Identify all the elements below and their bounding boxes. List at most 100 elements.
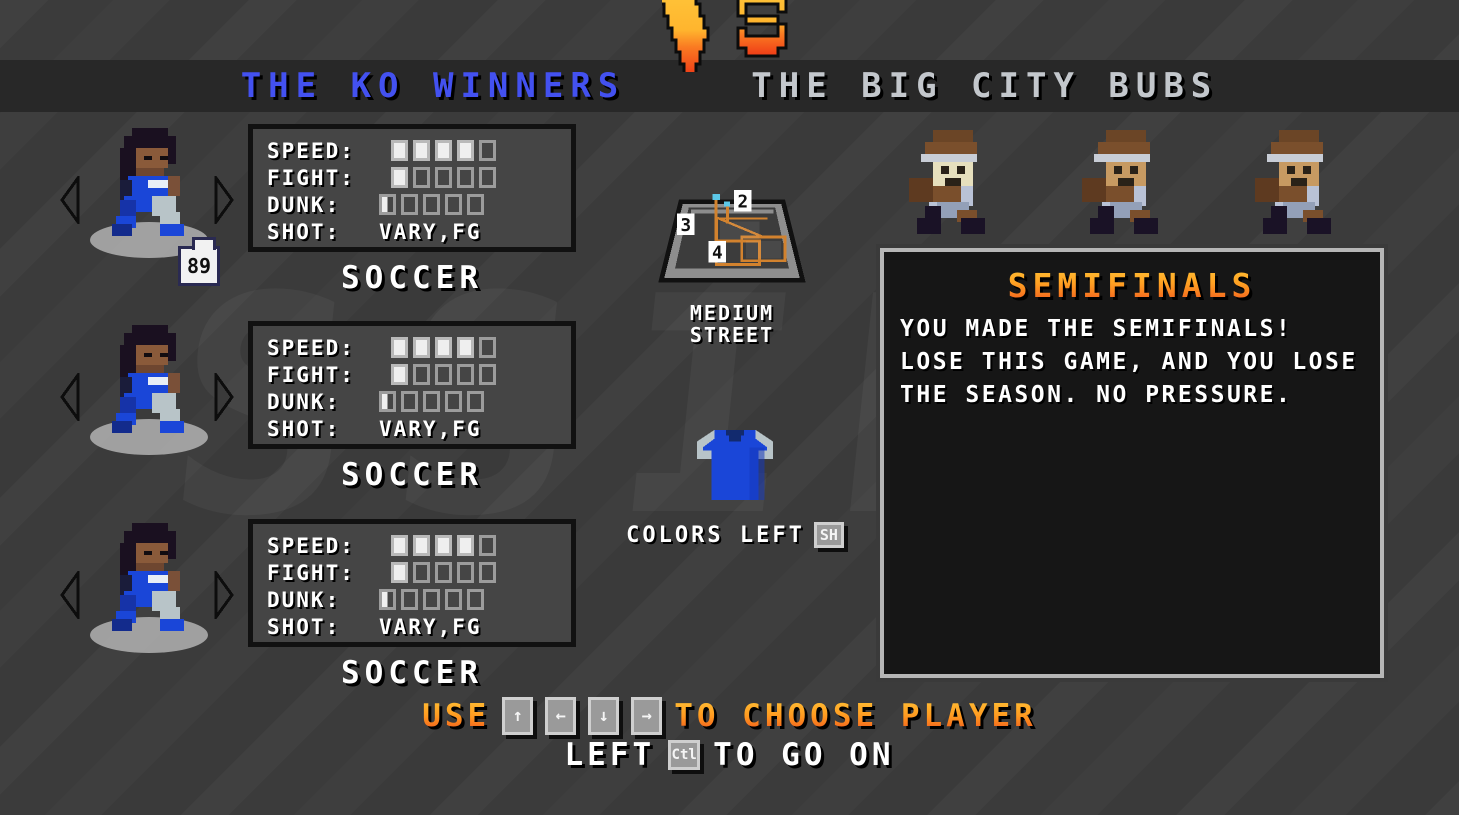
player-1-jersey-number: 89 — [178, 237, 220, 286]
stat-pip — [435, 364, 452, 385]
stat-pip — [479, 364, 496, 385]
court-selector[interactable]: 3 2 4 MEDIUM STREET — [648, 186, 816, 346]
stat-speed-pips — [391, 140, 496, 161]
opponent-player-sprite — [1082, 130, 1158, 234]
stat-pip — [391, 364, 408, 385]
stat-pip — [391, 167, 408, 188]
stat-pip — [435, 562, 452, 583]
stat-pip — [401, 589, 418, 610]
player-3-next-arrow[interactable] — [214, 571, 234, 619]
player-portrait-1: 89 — [52, 118, 248, 288]
stat-speed: SPEED: — [267, 532, 571, 559]
stat-pip — [413, 337, 430, 358]
colors-left-label: COLORS LEFT — [626, 522, 805, 548]
stat-dunk-label: DUNK: — [267, 587, 341, 612]
player-1-name: SOCCER — [341, 260, 483, 296]
player-3-prev-arrow[interactable] — [60, 571, 80, 619]
stat-shot: SHOT: VARY,FG — [267, 415, 571, 442]
stat-speed: SPEED: — [267, 137, 571, 164]
stat-shot-label: SHOT: — [267, 614, 341, 639]
stat-fight: FIGHT: — [267, 361, 571, 388]
stat-speed-label: SPEED: — [267, 138, 355, 163]
stat-pip — [423, 589, 440, 610]
svg-text:2: 2 — [737, 193, 748, 213]
stat-shot-label: SHOT: — [267, 219, 341, 244]
stat-speed-label: SPEED: — [267, 533, 355, 558]
stat-pip — [379, 194, 396, 215]
hint1-suffix: TO CHOOSE PLAYER — [674, 698, 1037, 734]
stat-pip — [435, 337, 452, 358]
right-arrow-key[interactable]: → — [631, 697, 663, 735]
stat-dunk: DUNK: — [267, 388, 571, 415]
player-2-next-arrow[interactable] — [214, 373, 234, 421]
stat-pip — [401, 391, 418, 412]
stat-pip — [457, 364, 474, 385]
stat-pip — [413, 364, 430, 385]
stat-pip — [479, 337, 496, 358]
stat-pip — [467, 194, 484, 215]
info-panel: SEMIFINALS YOU MADE THE SEMIFINALS! LOSE… — [876, 244, 1388, 682]
player-3-name: SOCCER — [341, 655, 483, 691]
stat-fight-label: FIGHT: — [267, 165, 355, 190]
info-panel-line-3: THE SEASON. NO PRESSURE. — [900, 382, 1293, 408]
jersey-color-selector[interactable]: COLORS LEFT SH — [620, 424, 850, 548]
stat-pip — [479, 140, 496, 161]
stat-speed-pips — [391, 535, 496, 556]
stat-pip — [435, 535, 452, 556]
stat-dunk-pips — [379, 391, 484, 412]
player-portrait-3 — [52, 513, 248, 683]
hint-go-on: LEFT Ctl TO GO ON — [0, 737, 1459, 773]
player-1-prev-arrow[interactable] — [60, 176, 80, 224]
down-arrow-key[interactable]: ↓ — [588, 697, 620, 735]
arrow-key-group[interactable]: ↑ ← ↓ → — [502, 697, 663, 735]
away-team-name: THE BIG CITY BUBS — [751, 66, 1219, 106]
up-arrow-key[interactable]: ↑ — [502, 697, 534, 735]
stat-fight: FIGHT: — [267, 164, 571, 191]
player-2-name: SOCCER — [341, 457, 483, 493]
stat-pip — [401, 194, 418, 215]
stat-pip — [413, 167, 430, 188]
stat-fight: FIGHT: — [267, 559, 571, 586]
stat-pip — [445, 194, 462, 215]
stat-pip — [391, 562, 408, 583]
stat-shot: SHOT: VARY,FG — [267, 218, 571, 245]
player-2-stat-card: SPEED: FIGHT: DUNK: SHOT: VARY,FG — [248, 321, 576, 449]
stat-fight-label: FIGHT: — [267, 362, 355, 387]
stat-pip — [467, 391, 484, 412]
stat-pip — [467, 589, 484, 610]
player-portrait-2 — [52, 315, 248, 485]
stat-dunk: DUNK: — [267, 191, 571, 218]
stat-dunk: DUNK: — [267, 586, 571, 613]
info-panel-line-1: YOU MADE THE SEMIFINALS! — [900, 316, 1293, 342]
hint-choose-player: USE ↑ ← ↓ → TO CHOOSE PLAYER — [0, 697, 1459, 735]
stat-speed: SPEED: — [267, 334, 571, 361]
stat-pip — [391, 535, 408, 556]
player-2-prev-arrow[interactable] — [60, 373, 80, 421]
stat-pip — [479, 562, 496, 583]
svg-text:4: 4 — [712, 244, 723, 264]
home-player-sprite — [112, 325, 184, 433]
stat-pip — [413, 562, 430, 583]
stat-pip — [435, 140, 452, 161]
player-1-stat-card: SPEED: FIGHT: DUNK: SHOT: VARY,FG — [248, 124, 576, 252]
stat-pip — [445, 589, 462, 610]
court-name: MEDIUM STREET — [648, 302, 816, 346]
stat-pip — [479, 167, 496, 188]
stat-dunk-label: DUNK: — [267, 192, 341, 217]
hint1-prefix: USE — [422, 698, 491, 734]
stat-shot-value: VARY,FG — [379, 416, 482, 441]
shift-key-badge[interactable]: SH — [813, 522, 844, 548]
left-arrow-key[interactable]: ← — [545, 697, 577, 735]
stat-shot-value: VARY,FG — [379, 614, 482, 639]
stat-shot-label: SHOT: — [267, 416, 341, 441]
colors-left-row: COLORS LEFT SH — [620, 522, 850, 548]
stat-shot-value: VARY,FG — [379, 219, 482, 244]
player-1-next-arrow[interactable] — [214, 176, 234, 224]
stat-pip — [457, 562, 474, 583]
info-panel-line-2: LOSE THIS GAME, AND YOU LOSE — [900, 349, 1358, 375]
game-screen: SSIDE THE KO WINNERS THE BIG CITY BUBS 8… — [0, 0, 1459, 815]
ctrl-key-badge[interactable]: Ctl — [668, 740, 701, 770]
stat-pip — [413, 535, 430, 556]
info-panel-title: SEMIFINALS — [900, 266, 1364, 305]
stat-pip — [391, 140, 408, 161]
